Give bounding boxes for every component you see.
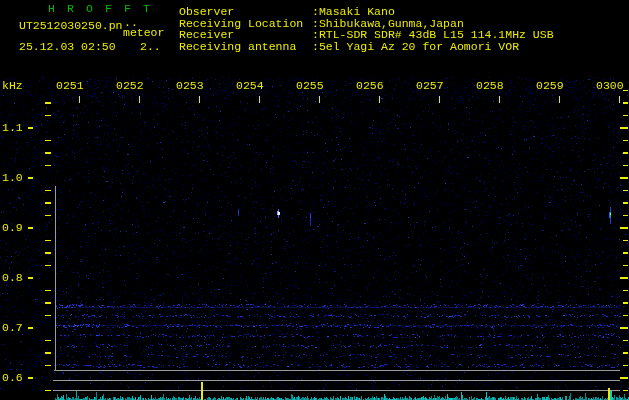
freq-tick-left bbox=[45, 165, 51, 167]
freq-tick-right bbox=[623, 165, 628, 167]
freq-tick-right bbox=[623, 315, 628, 317]
time-tick bbox=[199, 96, 201, 103]
freq-tick-right bbox=[623, 90, 628, 92]
freq-tick-left bbox=[45, 152, 51, 154]
time-tick bbox=[379, 96, 381, 103]
freq-tick-right bbox=[623, 265, 628, 267]
time-label: 0253 bbox=[176, 80, 204, 92]
level-strip-line-1 bbox=[53, 380, 620, 381]
level-spike-marker bbox=[608, 388, 610, 400]
freq-tick-left bbox=[45, 202, 51, 204]
spectrogram-canvas bbox=[0, 0, 629, 400]
time-label: 0258 bbox=[476, 80, 504, 92]
time-tick bbox=[619, 96, 621, 103]
freq-tick-left bbox=[45, 340, 51, 342]
time-tick bbox=[559, 96, 561, 103]
time-label: 0300 bbox=[596, 80, 624, 92]
freq-tick-right bbox=[623, 290, 628, 292]
time-tick bbox=[259, 96, 261, 103]
freq-tick-left bbox=[45, 390, 51, 392]
freq-tick-left bbox=[28, 227, 33, 229]
time-tick bbox=[319, 96, 321, 103]
freq-tick-right bbox=[623, 252, 628, 254]
time-tick bbox=[79, 96, 81, 103]
freq-tick-left bbox=[28, 277, 33, 279]
freq-tick-left bbox=[45, 302, 51, 304]
freq-tick-left bbox=[45, 190, 51, 192]
freq-tick-left bbox=[45, 252, 51, 254]
time-label: 0257 bbox=[416, 80, 444, 92]
freq-label: 0.8 bbox=[2, 272, 23, 284]
filename-overlay-meteor: meteor bbox=[123, 27, 164, 39]
count-label: 2.. bbox=[140, 41, 161, 53]
freq-tick-right bbox=[623, 302, 628, 304]
freq-tick-left bbox=[28, 377, 33, 379]
freq-tick-right bbox=[620, 327, 628, 329]
filename-label: UT2512030250.pn bbox=[19, 20, 123, 32]
freq-tick-right bbox=[623, 240, 628, 242]
freq-label: 1.1 bbox=[2, 122, 23, 134]
time-tick bbox=[499, 96, 501, 103]
freq-tick-right bbox=[623, 365, 628, 367]
freq-tick-left bbox=[28, 327, 33, 329]
freq-tick-left bbox=[45, 140, 51, 142]
freq-tick-right bbox=[623, 190, 628, 192]
freq-tick-left bbox=[45, 215, 51, 217]
freq-tick-right bbox=[620, 127, 628, 129]
freq-tick-right bbox=[623, 352, 628, 354]
freq-label: 0.7 bbox=[2, 322, 23, 334]
time-label: 0256 bbox=[356, 80, 384, 92]
freq-tick-right bbox=[620, 227, 628, 229]
freq-tick-left bbox=[45, 352, 51, 354]
time-label: 0252 bbox=[116, 80, 144, 92]
freq-tick-right bbox=[623, 140, 628, 142]
time-label: 0259 bbox=[536, 80, 564, 92]
freq-label: 1.0 bbox=[2, 172, 23, 184]
time-label: 0251 bbox=[56, 80, 84, 92]
level-cursor-marker bbox=[201, 382, 203, 400]
freq-tick-left bbox=[45, 115, 51, 117]
freq-tick-right bbox=[620, 177, 628, 179]
time-label: 0255 bbox=[296, 80, 324, 92]
freq-tick-left bbox=[45, 102, 51, 104]
hrofft-screen: { "header": { "title": "H R O F F T", "f… bbox=[0, 0, 629, 400]
time-tick bbox=[439, 96, 441, 103]
freq-label: 0.9 bbox=[2, 222, 23, 234]
info-value: :5el Yagi Az 20 for Aomori VOR bbox=[312, 41, 519, 53]
freq-tick-right bbox=[623, 202, 628, 204]
freq-tick-left bbox=[45, 265, 51, 267]
time-label: 0254 bbox=[236, 80, 264, 92]
freq-tick-left bbox=[28, 127, 33, 129]
level-strip-line-2 bbox=[53, 390, 620, 391]
freq-tick-right bbox=[623, 215, 628, 217]
freq-tick-right bbox=[620, 377, 628, 379]
freq-tick-right bbox=[623, 152, 628, 154]
app-title: H R O F F T bbox=[48, 3, 153, 15]
datetime-label: 25.12.03 02:50 bbox=[19, 41, 116, 53]
freq-label: 0.6 bbox=[2, 372, 23, 384]
freq-tick-right bbox=[623, 115, 628, 117]
freq-tick-left bbox=[28, 177, 33, 179]
freq-unit-label: kHz bbox=[2, 80, 23, 92]
freq-tick-left bbox=[45, 240, 51, 242]
spectrogram-bottom-border bbox=[54, 370, 620, 371]
freq-tick-right bbox=[623, 340, 628, 342]
freq-tick-left bbox=[45, 290, 51, 292]
freq-tick-left bbox=[45, 315, 51, 317]
time-tick bbox=[139, 96, 141, 103]
freq-tick-right bbox=[620, 277, 628, 279]
info-label: Receiving antenna bbox=[179, 41, 296, 53]
freq-tick-right bbox=[623, 390, 628, 392]
freq-tick-right bbox=[623, 102, 628, 104]
freq-tick-left bbox=[45, 365, 51, 367]
counting-box-left-border bbox=[55, 186, 56, 370]
